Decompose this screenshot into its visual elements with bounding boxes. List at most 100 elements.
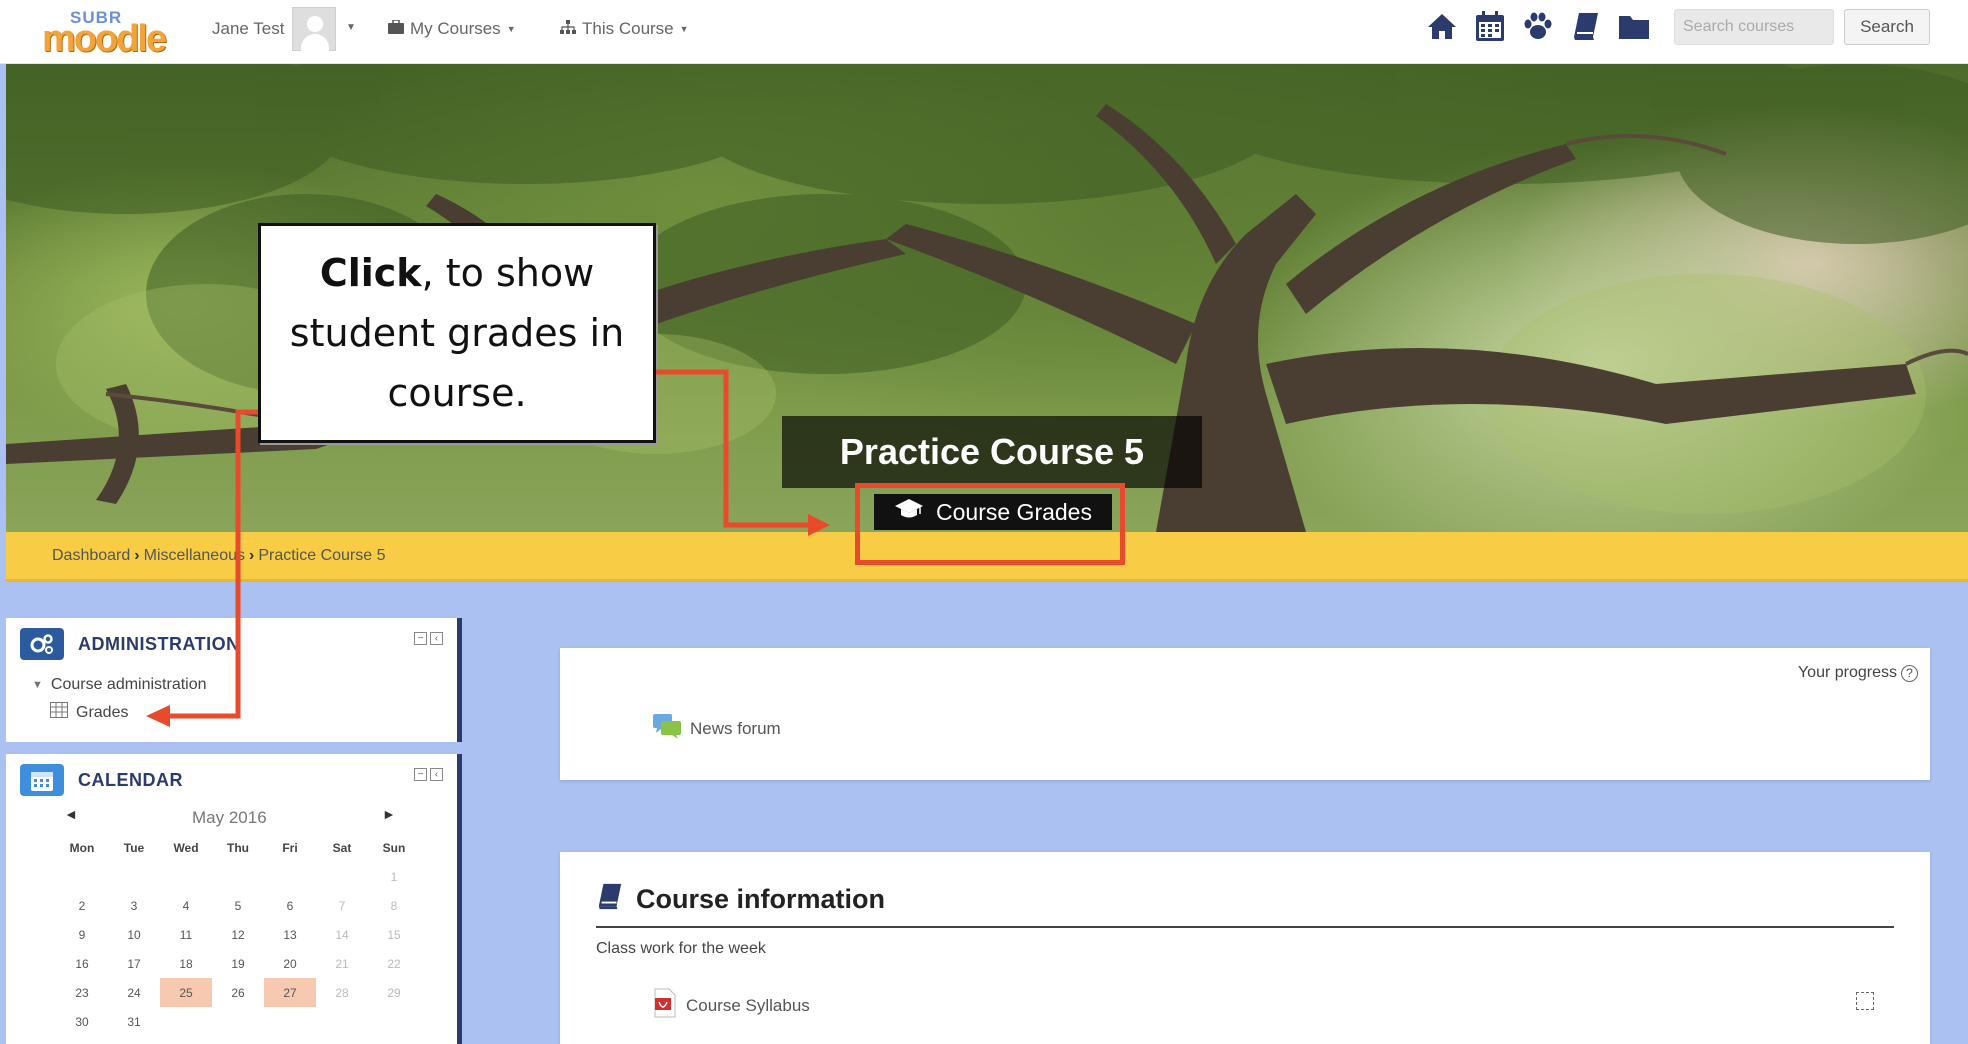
page-title: Practice Course 5 <box>839 431 1145 472</box>
chevron-right-icon: › <box>134 546 140 564</box>
calendar-day[interactable]: 30 <box>56 1007 108 1036</box>
paw-icon[interactable] <box>1520 8 1556 44</box>
calendar-day[interactable]: 14 <box>316 920 368 949</box>
weekday-header: Sun <box>382 841 406 855</box>
calendar-day[interactable]: 13 <box>264 920 316 949</box>
search-button[interactable]: Search <box>1844 9 1930 45</box>
breadcrumb-practice-course[interactable]: Practice Course 5 <box>258 547 385 565</box>
search-input[interactable] <box>1674 9 1834 45</box>
calendar-icon[interactable] <box>1472 8 1508 44</box>
avatar[interactable] <box>292 7 336 52</box>
calendar-day[interactable]: 9 <box>56 920 108 949</box>
calendar-empty-cell <box>212 1007 264 1036</box>
calendar-day[interactable]: 11 <box>160 920 212 949</box>
course-information-heading: Course information <box>596 882 885 917</box>
calendar-week: 1 <box>56 862 420 891</box>
top-navbar: SUBR moodle Jane Test ▼ My Courses ▼ Thi… <box>0 0 1968 64</box>
calendar-title: CALENDAR <box>78 769 183 790</box>
calendar-day[interactable]: 5 <box>212 891 264 920</box>
calendar-day[interactable]: 7 <box>316 891 368 920</box>
calendar-day[interactable]: 10 <box>108 920 160 949</box>
book-icon[interactable] <box>1568 8 1604 44</box>
course-grades-highlight <box>855 483 1125 565</box>
folder-icon[interactable] <box>1616 8 1652 44</box>
calendar-week: 16 17 18 19 20 21 22 <box>56 949 420 978</box>
calendar-day[interactable]: 17 <box>108 949 160 978</box>
calendar-day[interactable]: 25 <box>160 978 212 1007</box>
home-icon[interactable] <box>1424 8 1460 44</box>
course-administration-node[interactable]: ▼ Course administration <box>32 676 207 694</box>
calendar-day[interactable]: 23 <box>56 978 108 1007</box>
calendar-day[interactable]: 22 <box>368 949 420 978</box>
collapse-icon[interactable]: − <box>414 768 427 781</box>
calendar-empty-cell <box>212 862 264 891</box>
my-courses-menu[interactable]: My Courses ▼ <box>388 19 516 39</box>
calendar-day[interactable]: 16 <box>56 949 108 978</box>
calendar-week: 30 31 <box>56 1007 420 1036</box>
calendar-week: 23 24 25 26 27 28 29 <box>56 978 420 1007</box>
calendar-day[interactable]: 28 <box>316 978 368 1007</box>
weekday-header: Fri <box>282 841 298 855</box>
news-forum-link[interactable]: News forum <box>652 712 781 745</box>
calendar-day[interactable]: 29 <box>368 978 420 1007</box>
calendar-day[interactable]: 21 <box>316 949 368 978</box>
calendar-day[interactable]: 19 <box>212 949 264 978</box>
section-summary: Class work for the week <box>596 940 766 957</box>
news-forum-label: News forum <box>690 718 781 738</box>
user-name[interactable]: Jane Test <box>212 19 284 39</box>
site-logo[interactable]: SUBR moodle <box>34 8 190 60</box>
calendar-week: 2345678 <box>56 891 420 920</box>
user-menu-caret-icon[interactable]: ▼ <box>346 22 356 33</box>
your-progress: Your progress ? <box>1798 664 1918 682</box>
calendar-day[interactable]: 31 <box>108 1007 160 1036</box>
dock-icon[interactable]: ‹ <box>430 768 443 781</box>
quick-links <box>1424 8 1652 44</box>
breadcrumb-dashboard[interactable]: Dashboard <box>52 547 130 565</box>
collapse-icon[interactable]: − <box>414 632 427 645</box>
dock-icon[interactable]: ‹ <box>430 632 443 645</box>
annotation-text: Click, to show student grades in course. <box>261 243 653 423</box>
course-information-title: Course information <box>636 884 886 914</box>
calendar-day[interactable]: 1 <box>368 862 420 891</box>
help-icon[interactable]: ? <box>1901 664 1918 682</box>
cogs-icon <box>20 628 64 660</box>
previous-month-icon[interactable]: ◄ <box>64 806 78 822</box>
briefcase-icon <box>388 19 404 38</box>
calendar-day[interactable]: 15 <box>368 920 420 949</box>
weekday-header: Mon <box>69 841 95 855</box>
chevron-down-icon: ▼ <box>679 24 689 34</box>
calendar-empty-cell <box>56 862 108 891</box>
administration-header: ADMINISTRATION <box>20 628 240 660</box>
calendar-day[interactable]: 27 <box>264 978 316 1007</box>
this-course-menu[interactable]: This Course ▼ <box>560 19 689 39</box>
grades-link[interactable]: Grades <box>50 702 128 723</box>
next-month-icon[interactable]: ► <box>382 806 396 822</box>
calendar-day[interactable]: 18 <box>160 949 212 978</box>
calendar-day[interactable]: 20 <box>264 949 316 978</box>
calendar-day[interactable]: 26 <box>212 978 264 1007</box>
block-controls: − ‹ <box>414 632 443 645</box>
calendar-icon <box>20 764 64 796</box>
course-administration-label: Course administration <box>50 676 207 693</box>
this-course-label: This Course <box>582 19 674 38</box>
calendar-day[interactable]: 4 <box>160 891 212 920</box>
course-syllabus-link[interactable]: Course Syllabus <box>652 988 810 1023</box>
completion-checkbox[interactable] <box>1856 992 1874 1010</box>
annotation-callout: Click, to show student grades in course. <box>258 223 656 443</box>
calendar-day[interactable]: 6 <box>264 891 316 920</box>
progress-label: Your progress <box>1797 664 1897 681</box>
calendar-day[interactable]: 3 <box>108 891 160 920</box>
calendar-block: CALENDAR − ‹ ◄ May 2016 ► Mon Tue Wed Thu Fr… <box>6 754 462 1044</box>
calendar-day[interactable]: 12 <box>212 920 264 949</box>
calendar-day[interactable]: 8 <box>368 891 420 920</box>
screenshot-root: { "navbar": { "logo_small": "SUBR", "log… <box>0 0 1968 1044</box>
calendar-day[interactable]: 24 <box>108 978 160 1007</box>
grades-label: Grades <box>76 703 129 721</box>
table-icon <box>50 702 68 723</box>
course-title-box: Practice Course 5 <box>782 416 1202 488</box>
calendar-day[interactable]: 2 <box>56 891 108 920</box>
calendar-month[interactable]: May 2016 <box>192 808 267 828</box>
calendar-header: CALENDAR <box>20 764 183 796</box>
breadcrumb-miscellaneous[interactable]: Miscellaneous <box>144 547 245 565</box>
calendar-empty-cell <box>160 862 212 891</box>
